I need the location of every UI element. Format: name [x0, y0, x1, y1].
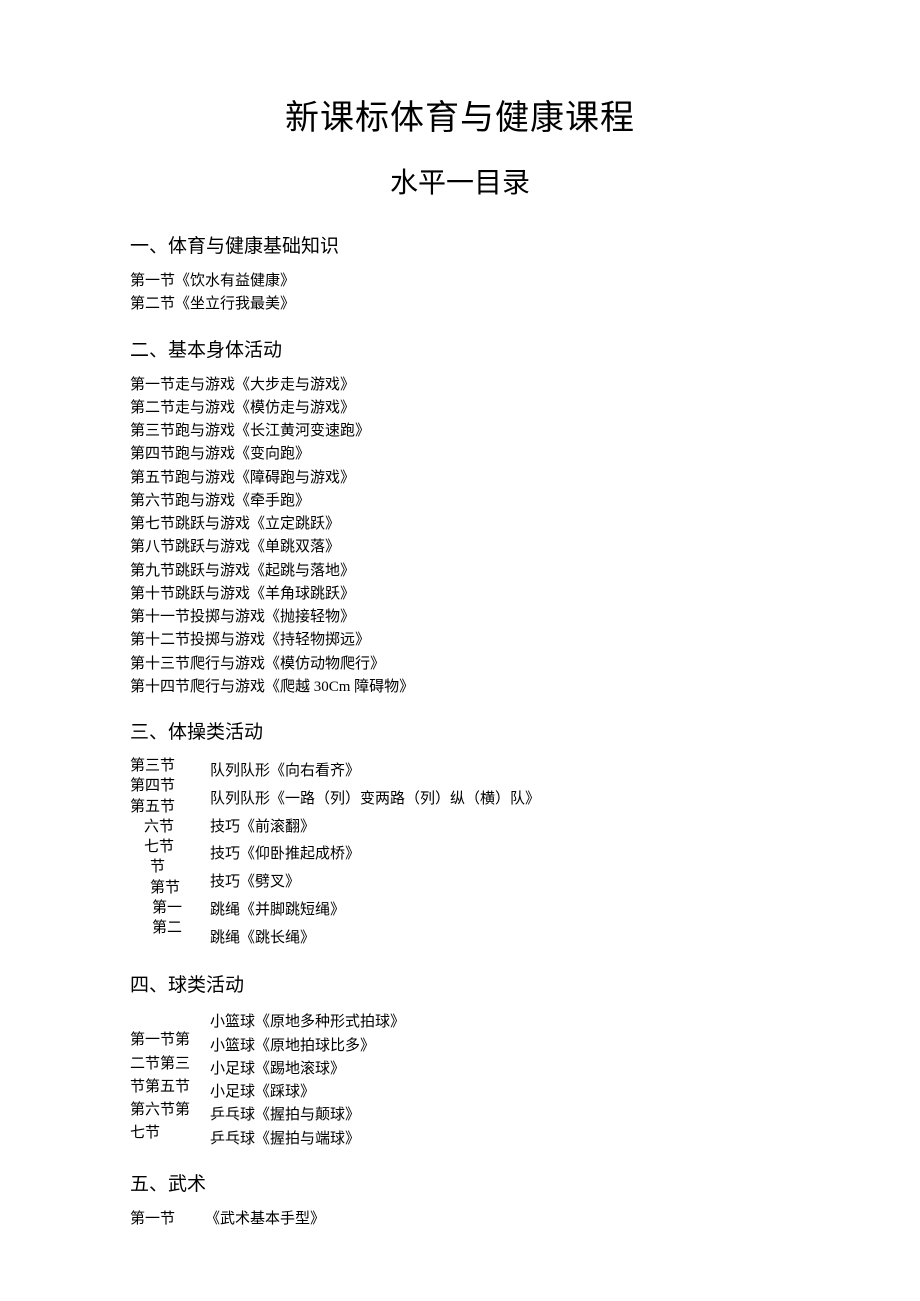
toc-item: 第二节走与游戏《模仿走与游戏》	[130, 397, 790, 420]
toc-item: 技巧《仰卧推起成桥》	[210, 841, 540, 869]
section-3-left-col: 第三节 第四节 第五节 六节 七节 节 第节 第一 第二	[130, 756, 210, 938]
section-5-list: 第一节 《武术基本手型》	[130, 1208, 790, 1231]
section-heading-1: 一、体育与健康基础知识	[130, 231, 790, 258]
left-fragment: 节	[150, 857, 210, 877]
toc-item: 小足球《踩球》	[210, 1081, 405, 1104]
left-fragment: 二节第三	[130, 1053, 210, 1076]
toc-item: 第四节跑与游戏《变向跑》	[130, 443, 790, 466]
left-fragment: 第一	[152, 898, 210, 918]
toc-item: 技巧《劈叉》	[210, 869, 540, 897]
left-fragment: 第六节第	[130, 1099, 210, 1122]
toc-item: 第一节走与游戏《大步走与游戏》	[130, 374, 790, 397]
toc-item: 跳绳《跳长绳》	[210, 925, 540, 953]
left-fragment: 七节	[130, 1122, 210, 1145]
toc-item: 小篮球《原地拍球比多》	[210, 1035, 405, 1058]
section-heading-5: 五、武术	[130, 1169, 790, 1196]
left-fragment: 第一节第	[130, 1029, 210, 1052]
toc-item: 小篮球《原地多种形式拍球》	[210, 1011, 405, 1034]
document-page: 新课标体育与健康课程 水平一目录 一、体育与健康基础知识 第一节《饮水有益健康》…	[0, 0, 920, 1301]
left-fragment: 第三节	[130, 756, 210, 776]
toc-item: 第十三节爬行与游戏《模仿动物爬行》	[130, 653, 790, 676]
toc-item: 第五节跑与游戏《障碍跑与游戏》	[130, 467, 790, 490]
toc-item: 第三节跑与游戏《长江黄河变速跑》	[130, 420, 790, 443]
section-3-right-col: 队列队形《向右看齐》 队列队形《一路（列）变两路（列）纵（横）队》 技巧《前滚翻…	[210, 756, 540, 952]
document-subtitle: 水平一目录	[130, 161, 790, 201]
toc-item: 第九节跳跃与游戏《起跳与落地》	[130, 560, 790, 583]
section-3-block: 第三节 第四节 第五节 六节 七节 节 第节 第一 第二 队列队形《向右看齐》 …	[130, 756, 790, 952]
section-heading-4: 四、球类活动	[130, 970, 790, 997]
toc-item: 乒乓球《握拍与端球》	[210, 1128, 405, 1151]
left-fragment: 第节	[150, 878, 210, 898]
toc-item: 第七节跳跃与游戏《立定跳跃》	[130, 513, 790, 536]
left-fragment: 第四节	[130, 776, 210, 796]
section-1-list: 第一节《饮水有益健康》 第二节《坐立行我最美》	[130, 270, 790, 317]
toc-item: 第十一节投掷与游戏《抛接轻物》	[130, 606, 790, 629]
toc-item: 队列队形《一路（列）变两路（列）纵（横）队》	[210, 786, 540, 814]
toc-item: 第十四节爬行与游戏《爬越 30Cm 障碍物》	[130, 676, 790, 699]
toc-item: 第二节《坐立行我最美》	[130, 293, 790, 316]
toc-item: 第十二节投掷与游戏《持轻物掷远》	[130, 629, 790, 652]
left-fragment: 节第五节	[130, 1076, 210, 1099]
toc-item: 第八节跳跃与游戏《单跳双落》	[130, 536, 790, 559]
document-title: 新课标体育与健康课程	[130, 90, 790, 139]
toc-item: 第一节《饮水有益健康》	[130, 270, 790, 293]
toc-item: 技巧《前滚翻》	[210, 814, 540, 842]
toc-item: 第十节跳跃与游戏《羊角球跳跃》	[130, 583, 790, 606]
left-fragment: 第二	[152, 918, 210, 938]
left-fragment: 七节	[144, 837, 210, 857]
left-fragment: 六节	[144, 817, 210, 837]
toc-item: 第六节跑与游戏《牵手跑》	[130, 490, 790, 513]
toc-item: 队列队形《向右看齐》	[210, 758, 540, 786]
section-heading-2: 二、基本身体活动	[130, 335, 790, 362]
left-fragment: 第五节	[130, 797, 210, 817]
toc-item: 第一节 《武术基本手型》	[130, 1208, 790, 1231]
toc-item: 跳绳《并脚跳短绳》	[210, 897, 540, 925]
toc-item: 乒乓球《握拍与颠球》	[210, 1104, 405, 1127]
section-2-list: 第一节走与游戏《大步走与游戏》 第二节走与游戏《模仿走与游戏》 第三节跑与游戏《…	[130, 374, 790, 700]
section-4-left-col: 第一节第 二节第三 节第五节 第六节第 七节	[130, 1009, 210, 1145]
section-heading-3: 三、体操类活动	[130, 717, 790, 744]
section-4-right-col: 小篮球《原地多种形式拍球》 小篮球《原地拍球比多》 小足球《踢地滚球》 小足球《…	[210, 1009, 405, 1151]
toc-item: 小足球《踢地滚球》	[210, 1058, 405, 1081]
section-4-block: 第一节第 二节第三 节第五节 第六节第 七节 小篮球《原地多种形式拍球》 小篮球…	[130, 1009, 790, 1151]
